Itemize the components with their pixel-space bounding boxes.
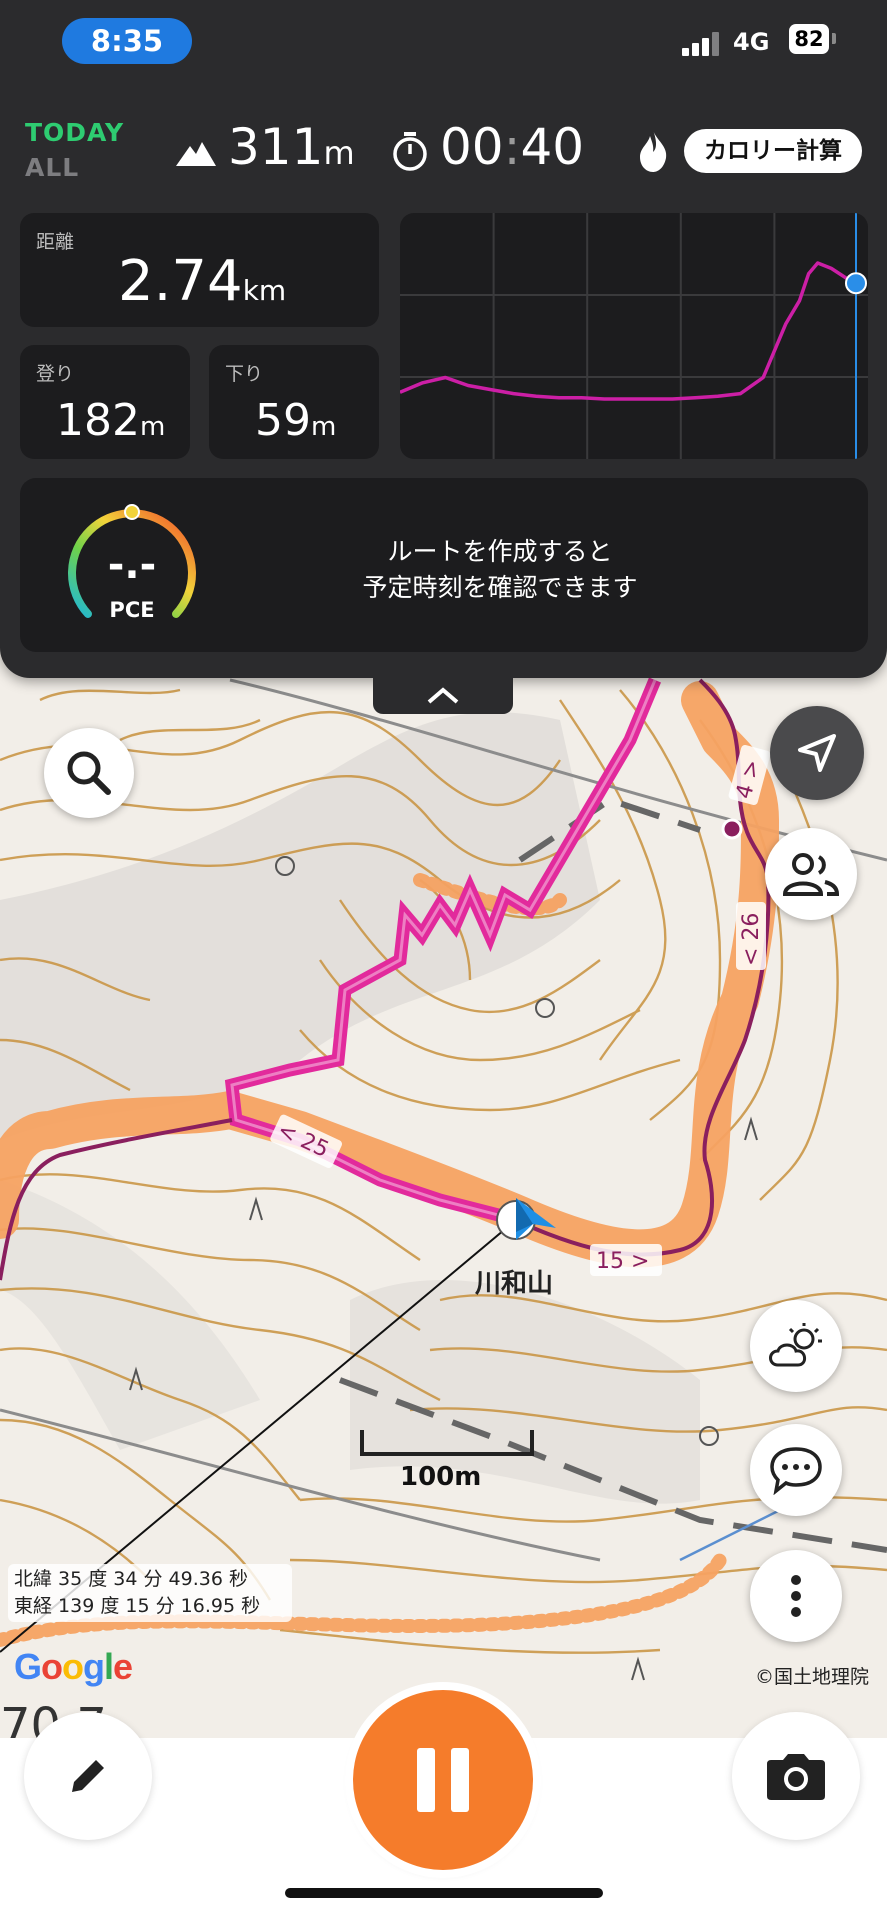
google-logo-letter: G xyxy=(14,1646,42,1687)
camera-icon xyxy=(767,1754,825,1800)
navigation-arrow-icon xyxy=(798,734,836,772)
descent-card: 下り 59m xyxy=(209,345,379,459)
coordinates-display: 北緯 35 度 34 分 49.36 秒 東経 139 度 15 分 16.95… xyxy=(8,1564,292,1622)
chevron-up-icon xyxy=(427,687,459,704)
more-button[interactable] xyxy=(750,1550,842,1642)
latitude-text: 北緯 35 度 34 分 49.36 秒 xyxy=(14,1568,248,1590)
distance-value: 2.74km xyxy=(118,249,287,314)
weather-button[interactable] xyxy=(750,1300,842,1392)
route-marker-15: 15 > xyxy=(596,1249,649,1274)
home-indicator xyxy=(285,1888,603,1898)
status-bar: 8:35 4G 82 xyxy=(0,18,887,68)
ascent-value: 182m xyxy=(56,395,166,446)
edit-button[interactable] xyxy=(24,1712,152,1840)
map-copyright: ©国土地理院 xyxy=(755,1666,870,1688)
google-logo: Google xyxy=(14,1646,133,1688)
search-button[interactable] xyxy=(44,728,134,818)
scale-label: 100m xyxy=(400,1462,482,1492)
route-marker-26: < 26 xyxy=(739,913,764,966)
scale-bar xyxy=(360,1430,534,1456)
stopwatch-icon xyxy=(393,132,427,171)
descent-label: 下り xyxy=(225,363,264,385)
flame-icon xyxy=(640,130,667,172)
search-icon xyxy=(67,751,111,795)
weather-icon xyxy=(769,1323,822,1367)
distance-label: 距離 xyxy=(36,231,75,253)
more-vertical-icon xyxy=(791,1575,801,1617)
pce-value: -.- xyxy=(107,542,157,588)
longitude-text: 東経 139 度 15 分 16.95 秒 xyxy=(14,1595,261,1617)
camera-button[interactable] xyxy=(732,1712,860,1840)
group-button[interactable] xyxy=(765,828,857,920)
signal-icon xyxy=(682,32,722,56)
filter-today[interactable]: TODAY xyxy=(25,118,124,147)
chat-button[interactable] xyxy=(750,1424,842,1516)
distance-card: 距離 2.74km xyxy=(20,213,379,327)
google-logo-letter: l xyxy=(104,1646,114,1687)
elapsed-timer: 00:40 xyxy=(440,118,585,176)
pce-message: ルートを作成すると 予定時刻を確認できます xyxy=(362,537,638,602)
battery-icon: 82 xyxy=(789,24,829,54)
ascent-card: 登り 182m xyxy=(20,345,190,459)
chat-icon xyxy=(770,1447,822,1495)
network-type: 4G xyxy=(733,28,770,56)
status-time[interactable]: 8:35 xyxy=(62,18,192,64)
google-logo-letter: g xyxy=(83,1646,105,1687)
descent-value: 59m xyxy=(255,395,337,446)
pencil-icon xyxy=(72,1760,104,1792)
location-button[interactable] xyxy=(770,706,864,800)
google-logo-letter: e xyxy=(113,1646,133,1687)
pause-button[interactable] xyxy=(353,1690,533,1870)
chart-current-point xyxy=(845,272,867,295)
pce-label: PCE xyxy=(109,598,155,622)
calorie-calc-button[interactable]: カロリー計算 xyxy=(684,129,862,173)
altitude-value: 311m xyxy=(228,118,355,176)
battery-tip xyxy=(832,33,836,44)
panel-collapse-handle[interactable] xyxy=(373,678,513,714)
ascent-label: 登り xyxy=(36,363,75,385)
google-logo-letter: o xyxy=(62,1646,84,1687)
elevation-series-line xyxy=(400,261,855,401)
peak-name-label: 川和山 xyxy=(475,1269,554,1299)
mountain-icon xyxy=(176,142,216,166)
google-logo-letter: o xyxy=(41,1646,63,1687)
stats-panel: 8:35 4G 82 TODAY ALL 311m 00:40 カロリー計算 距… xyxy=(0,0,887,678)
elevation-chart[interactable] xyxy=(400,213,868,459)
people-icon xyxy=(782,853,840,896)
pce-card[interactable]: -.- PCE ルートを作成すると 予定時刻を確認できます xyxy=(20,478,868,652)
filter-all[interactable]: ALL xyxy=(25,153,79,182)
